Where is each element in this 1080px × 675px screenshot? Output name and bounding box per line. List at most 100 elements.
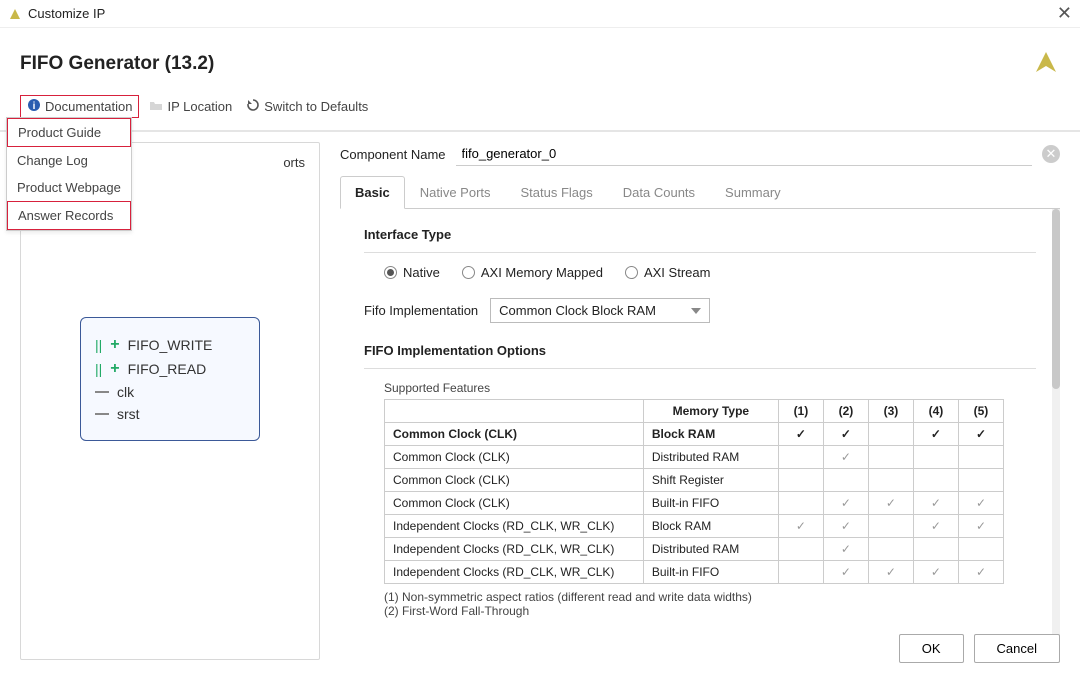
ip-block-symbol: || + FIFO_WRITE || + FIFO_READ clk srst: [80, 317, 260, 441]
table-row: Independent Clocks (RD_CLK, WR_CLK)Distr…: [385, 538, 1004, 561]
radio-axi-mm[interactable]: AXI Memory Mapped: [462, 265, 603, 280]
th-4: (4): [913, 400, 958, 423]
documentation-button[interactable]: i Documentation: [20, 95, 139, 118]
table-header-row: Memory Type (1) (2) (3) (4) (5): [385, 400, 1004, 423]
table-row: Independent Clocks (RD_CLK, WR_CLK)Block…: [385, 515, 1004, 538]
toolbar: i Documentation IP Location Switch to De…: [0, 89, 1080, 130]
cell-feature: [778, 446, 823, 469]
footer-buttons: OK Cancel: [899, 634, 1060, 663]
cell-feature: ✓: [823, 538, 868, 561]
th-1: (1): [778, 400, 823, 423]
ip-location-label: IP Location: [167, 99, 232, 114]
th-memory-type: Memory Type: [643, 400, 778, 423]
component-name-input[interactable]: [456, 142, 1033, 166]
cell-clock: Common Clock (CLK): [385, 446, 644, 469]
window-title: Customize IP: [28, 6, 105, 21]
switch-defaults-label: Switch to Defaults: [264, 99, 368, 114]
divider: [364, 252, 1036, 253]
divider: [364, 368, 1036, 369]
table-row: Independent Clocks (RD_CLK, WR_CLK)Built…: [385, 561, 1004, 584]
ok-button[interactable]: OK: [899, 634, 964, 663]
expand-icon: +: [110, 336, 119, 354]
cell-feature: ✓: [913, 423, 958, 446]
cell-feature: [958, 538, 1003, 561]
radio-native[interactable]: Native: [384, 265, 440, 280]
cell-clock: Common Clock (CLK): [385, 469, 644, 492]
cell-feature: ✓: [913, 492, 958, 515]
cell-feature: ✓: [823, 492, 868, 515]
fifo-impl-select[interactable]: Common Clock Block RAM: [490, 298, 710, 323]
port-label: FIFO_WRITE: [128, 337, 213, 353]
tab-basic[interactable]: Basic: [340, 176, 405, 209]
doc-menu-answer-records[interactable]: Answer Records: [7, 201, 131, 230]
clear-icon[interactable]: ✕: [1042, 145, 1060, 163]
cell-feature: [778, 469, 823, 492]
port-srst: srst: [95, 406, 245, 422]
cell-feature: [868, 423, 913, 446]
port-label: FIFO_READ: [128, 361, 207, 377]
table-row: Common Clock (CLK)Block RAM✓✓✓✓: [385, 423, 1004, 446]
left-header-fragment: orts: [283, 155, 305, 170]
cell-mem: Block RAM: [643, 515, 778, 538]
cell-feature: [778, 492, 823, 515]
cell-feature: ✓: [823, 423, 868, 446]
port-fifo-write[interactable]: || + FIFO_WRITE: [95, 336, 245, 354]
bus-lines-icon: ||: [95, 337, 102, 353]
component-name-label: Component Name: [340, 147, 446, 162]
tab-summary[interactable]: Summary: [710, 176, 796, 208]
main: orts || + FIFO_WRITE || + FIFO_READ clk …: [0, 130, 1080, 660]
cell-feature: ✓: [958, 492, 1003, 515]
cell-clock: Independent Clocks (RD_CLK, WR_CLK): [385, 538, 644, 561]
port-clk: clk: [95, 384, 245, 400]
cancel-button[interactable]: Cancel: [974, 634, 1060, 663]
bus-lines-icon: ||: [95, 361, 102, 377]
expand-icon: +: [110, 360, 119, 378]
svg-text:i: i: [33, 101, 36, 112]
cell-feature: [913, 538, 958, 561]
doc-menu-change-log[interactable]: Change Log: [7, 147, 131, 174]
tab-native-ports[interactable]: Native Ports: [405, 176, 506, 208]
doc-menu-product-guide[interactable]: Product Guide: [7, 118, 131, 147]
titlebar: Customize IP ✕: [0, 0, 1080, 28]
cell-feature: [958, 446, 1003, 469]
config-pane: Component Name ✕ Basic Native Ports Stat…: [340, 142, 1060, 660]
doc-menu-product-webpage[interactable]: Product Webpage: [7, 174, 131, 201]
cell-feature: [868, 538, 913, 561]
cell-mem: Distributed RAM: [643, 446, 778, 469]
app-icon: [8, 7, 22, 21]
footnotes: (1) Non-symmetric aspect ratios (differe…: [384, 590, 1036, 618]
radio-axi-stream[interactable]: AXI Stream: [625, 265, 710, 280]
cell-feature: [778, 561, 823, 584]
pin-icon: [95, 413, 109, 415]
port-label: clk: [117, 384, 134, 400]
cell-mem: Block RAM: [643, 423, 778, 446]
footnote-1: (1) Non-symmetric aspect ratios (differe…: [384, 590, 1036, 604]
cell-feature: [868, 446, 913, 469]
scrollbar[interactable]: [1052, 209, 1060, 660]
interface-type-radios: Native AXI Memory Mapped AXI Stream: [364, 265, 1036, 280]
th-2: (2): [823, 400, 868, 423]
scrollbar-thumb[interactable]: [1052, 209, 1060, 389]
cell-feature: ✓: [823, 446, 868, 469]
cell-feature: [913, 469, 958, 492]
cell-feature: ✓: [958, 423, 1003, 446]
supported-features-label: Supported Features: [384, 381, 1036, 395]
table-row: Common Clock (CLK)Shift Register: [385, 469, 1004, 492]
close-icon[interactable]: ✕: [1057, 3, 1072, 24]
radio-label: Native: [403, 265, 440, 280]
tab-status-flags[interactable]: Status Flags: [506, 176, 608, 208]
cell-clock: Independent Clocks (RD_CLK, WR_CLK): [385, 515, 644, 538]
refresh-icon: [246, 98, 260, 115]
switch-defaults-button[interactable]: Switch to Defaults: [242, 96, 372, 117]
port-fifo-read[interactable]: || + FIFO_READ: [95, 360, 245, 378]
cell-feature: ✓: [868, 561, 913, 584]
th-blank: [385, 400, 644, 423]
features-table: Memory Type (1) (2) (3) (4) (5) Common C…: [384, 399, 1004, 584]
ip-location-button[interactable]: IP Location: [145, 96, 236, 117]
cell-clock: Common Clock (CLK): [385, 423, 644, 446]
basic-panel: Interface Type Native AXI Memory Mapped …: [340, 209, 1060, 660]
pin-icon: [95, 391, 109, 393]
header: FIFO Generator (13.2): [0, 28, 1080, 89]
table-row: Common Clock (CLK)Built-in FIFO✓✓✓✓: [385, 492, 1004, 515]
tab-data-counts[interactable]: Data Counts: [608, 176, 710, 208]
